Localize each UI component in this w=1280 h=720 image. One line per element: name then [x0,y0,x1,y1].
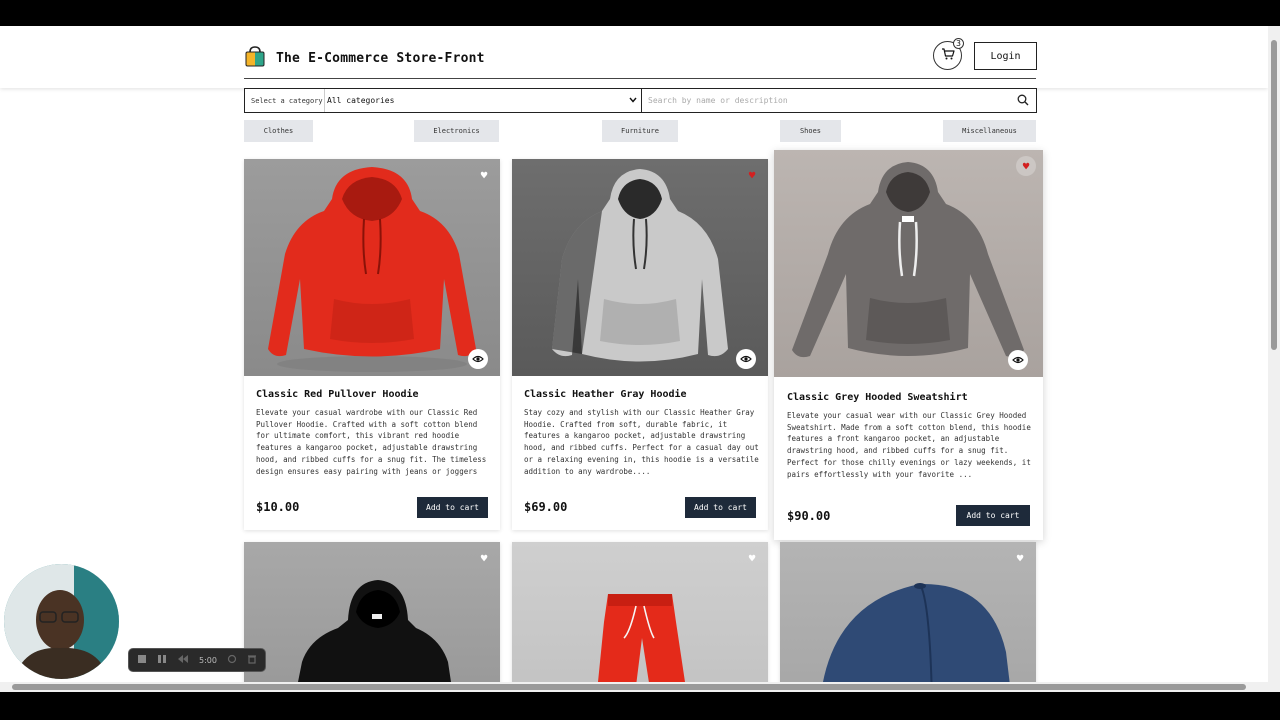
brand[interactable]: The E-Commerce Store-Front [244,45,485,71]
horizontal-scroll-thumb[interactable] [12,684,1246,690]
product-card: ♥ [780,542,1036,692]
eye-icon[interactable] [736,349,756,369]
product-image[interactable] [512,159,768,376]
search-button[interactable] [1010,89,1036,112]
vertical-scroll-thumb[interactable] [1271,40,1277,350]
recording-time: 5:00 [199,655,217,665]
site-title: The E-Commerce Store-Front [276,50,485,66]
cart-icon [941,46,955,65]
login-button[interactable]: Login [974,42,1037,70]
browser-viewport: The E-Commerce Store-Front 3 Login Selec… [0,26,1280,692]
vertical-scrollbar[interactable] [1268,26,1280,692]
add-to-cart-button[interactable]: Add to cart [417,497,488,518]
header-divider [244,78,1036,79]
category-select[interactable]: All categories [325,89,642,112]
category-chip-clothes[interactable]: Clothes [244,120,313,142]
product-card: ♥ [512,542,768,692]
product-description: Elevate your casual wear with our Classi… [787,411,1031,479]
product-card: ♥ Classic Red Pullover Hoodie Elevate yo… [244,159,500,530]
product-title[interactable]: Classic Red Pullover Hoodie [256,389,419,400]
webcam-overlay [4,564,119,679]
product-image[interactable] [512,542,768,692]
product-card: ♥ Classic Grey Hooded Sweatshirt Elevate… [774,150,1043,540]
rewind-icon[interactable] [177,654,189,666]
heart-icon[interactable]: ♥ [474,548,494,568]
product-price: $69.00 [524,500,568,514]
category-chip-shoes[interactable]: Shoes [780,120,841,142]
product-image[interactable] [244,159,500,376]
stop-icon[interactable] [137,654,147,666]
trash-icon[interactable] [247,654,257,666]
category-chip-furniture[interactable]: Furniture [602,120,678,142]
heart-icon[interactable]: ♥ [742,165,762,185]
search-input[interactable] [642,89,1010,112]
site-header: The E-Commerce Store-Front 3 Login [0,26,1268,88]
heart-icon[interactable]: ♥ [1010,548,1030,568]
restart-icon[interactable] [227,654,237,666]
add-to-cart-button[interactable]: Add to cart [685,497,756,518]
horizontal-scrollbar[interactable] [0,682,1268,692]
product-image[interactable] [774,150,1043,377]
product-image[interactable] [244,542,500,692]
recording-toolbar: 5:00 [128,648,266,672]
cart-count-badge: 3 [953,38,964,49]
eye-icon[interactable] [1008,350,1028,370]
search-icon [1017,91,1029,110]
product-title[interactable]: Classic Heather Gray Hoodie [524,389,687,400]
product-description: Elevate your casual wardrobe with our Cl… [256,408,487,476]
product-image[interactable] [780,542,1036,692]
pause-icon[interactable] [157,654,167,666]
heart-icon[interactable]: ♥ [1016,156,1036,176]
product-price: $90.00 [787,509,831,523]
product-card: ♥ Classic Heather Gray Hoodie Stay cozy … [512,159,768,530]
eye-icon[interactable] [468,349,488,369]
chevron-down-icon [629,96,637,105]
category-chip-miscellaneous[interactable]: Miscellaneous [943,120,1036,142]
shopping-bag-icon [244,45,266,71]
category-select-label: Select a category [245,89,325,112]
category-chip-electronics[interactable]: Electronics [414,120,499,142]
cart-button[interactable]: 3 [933,38,964,70]
product-card: ♥ [244,542,500,692]
product-description: Stay cozy and stylish with our Classic H… [524,408,759,476]
add-to-cart-button[interactable]: Add to cart [956,505,1030,526]
heart-icon[interactable]: ♥ [742,548,762,568]
heart-icon[interactable]: ♥ [474,165,494,185]
category-select-value: All categories [327,96,395,105]
product-title[interactable]: Classic Grey Hooded Sweatshirt [787,392,968,403]
search-bar: Select a category All categories [244,88,1037,113]
product-price: $10.00 [256,500,300,514]
